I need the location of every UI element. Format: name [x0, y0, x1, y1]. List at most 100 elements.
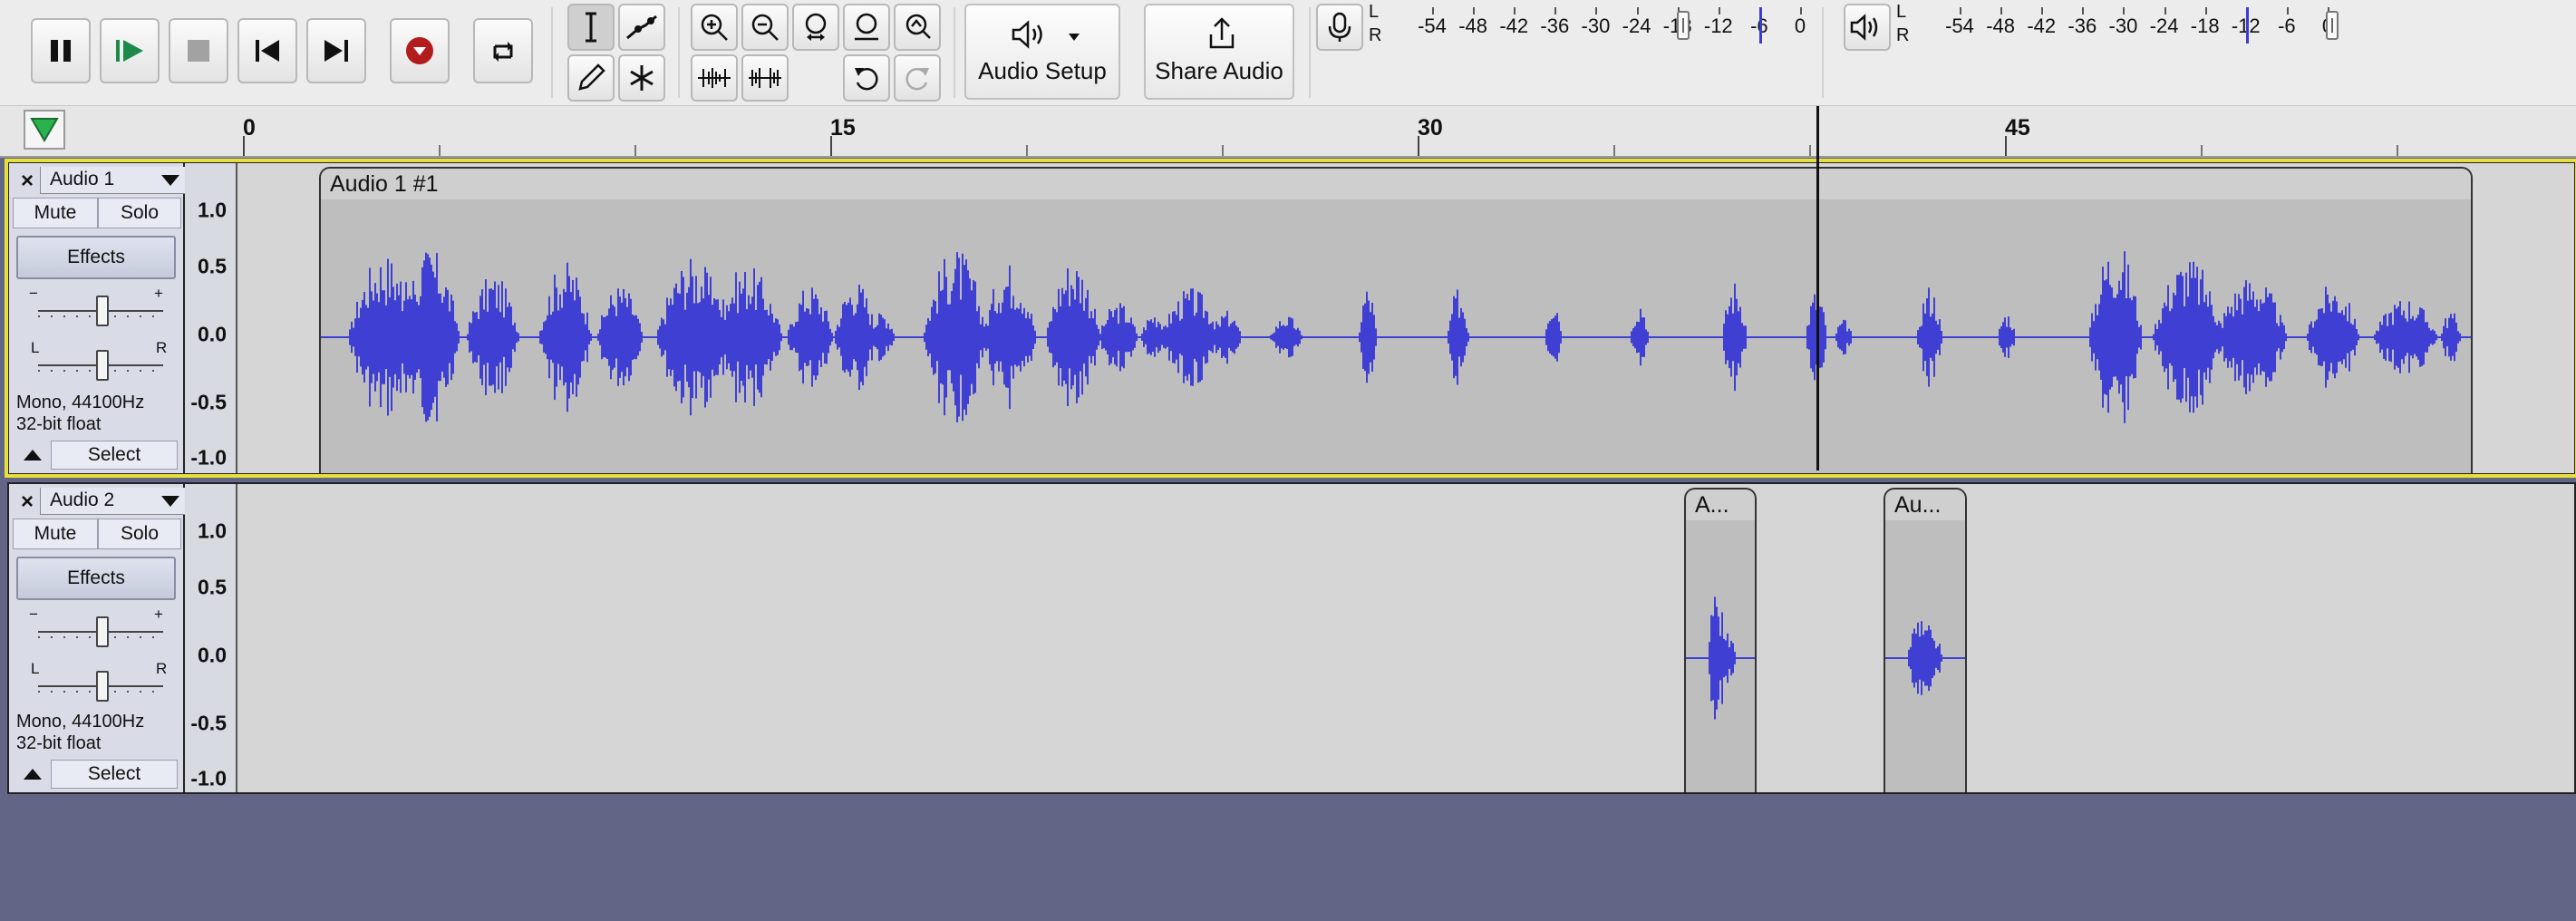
skip-to-start-button[interactable] — [237, 18, 297, 83]
solo-button[interactable]: Solo — [98, 519, 181, 549]
clip-title[interactable]: A... — [1686, 490, 1755, 520]
pause-button[interactable] — [31, 18, 91, 83]
meter-tick-label: -42 — [2027, 15, 2057, 37]
gain-slider-thumb[interactable] — [96, 296, 109, 326]
ruler-tick — [243, 136, 245, 156]
stop-button[interactable] — [169, 18, 228, 83]
play-position-icon — [30, 118, 59, 142]
fit-selection-button[interactable] — [792, 4, 839, 51]
mute-button[interactable]: Mute — [13, 519, 98, 549]
redo-icon — [905, 67, 929, 91]
speaker-icon — [1012, 20, 1042, 49]
gain-slider[interactable] — [33, 616, 169, 647]
loop-button[interactable] — [473, 18, 533, 83]
waveform-area[interactable]: Audio 1 #1 — [239, 163, 2574, 473]
ruler-tick — [634, 145, 636, 156]
solo-button[interactable]: Solo — [98, 198, 181, 228]
close-track-button[interactable]: × — [15, 490, 40, 515]
select-track-button[interactable]: Select — [51, 441, 178, 470]
track-name-menu[interactable]: Audio 1 — [40, 167, 185, 194]
play-button[interactable] — [100, 18, 160, 83]
gain-slider[interactable] — [33, 296, 169, 326]
meter-tick-label: -36 — [1540, 15, 1570, 37]
select-track-button[interactable]: Select — [51, 760, 178, 789]
scale-label: -1.0 — [190, 445, 227, 470]
multi-tool[interactable] — [618, 54, 665, 102]
meter-tick-label: -36 — [2068, 15, 2097, 37]
chevron-down-icon — [161, 496, 179, 507]
waveform-area[interactable]: A... Au... — [239, 484, 2574, 792]
track-name: Audio 1 — [50, 169, 115, 189]
meter-tick-label: -30 — [1581, 15, 1611, 37]
track-name-menu[interactable]: Audio 2 — [40, 488, 185, 515]
gain-slider-thumb[interactable] — [96, 616, 109, 647]
skip-to-end-button[interactable] — [306, 18, 366, 83]
chevron-down-icon — [1069, 34, 1080, 41]
toolbar-separator — [678, 7, 680, 98]
meter-tick-label: -48 — [1986, 15, 2016, 37]
playhead-button[interactable] — [24, 110, 65, 150]
zoom-in-button[interactable] — [691, 4, 738, 51]
collapse-track-button[interactable] — [15, 760, 51, 789]
undo-button[interactable] — [843, 54, 890, 102]
ruler-tick — [2397, 145, 2398, 156]
scale-label: -0.5 — [190, 390, 227, 414]
trim-audio-button[interactable] — [691, 54, 738, 102]
meter-tick-label: -24 — [2149, 15, 2179, 37]
pause-icon — [51, 40, 71, 62]
clip-title[interactable]: Audio 1 #1 — [321, 169, 2471, 199]
meter-tick-label: -48 — [1458, 15, 1488, 37]
meter-tick-label: -54 — [1418, 15, 1447, 37]
meter-level-slider[interactable] — [1677, 11, 1690, 40]
meter-tick — [2204, 7, 2207, 15]
fit-project-button[interactable] — [843, 4, 890, 51]
meter-tick — [1595, 7, 1598, 15]
playback-meter[interactable]: L R -54-48-42-36-30-24-18-12-60 — [1896, 2, 2340, 45]
trim-icon — [698, 68, 731, 88]
share-audio-button[interactable]: Share Audio — [1144, 4, 1294, 100]
loop-icon — [493, 42, 513, 62]
playback-meter-left-label: L — [1896, 2, 1907, 22]
pan-slider[interactable] — [33, 350, 169, 381]
audio-track-2[interactable]: × Audio 2 Mute Solo Effects − + L R Mono… — [7, 482, 2576, 794]
record-meter[interactable]: L R -54-48-42-36-30-24-18-12-60 — [1369, 2, 1813, 45]
clip-title[interactable]: Au... — [1885, 490, 1965, 520]
meter-tick-label: -18 — [2190, 15, 2220, 37]
record-meter-button[interactable] — [1316, 4, 1363, 51]
pan-slider-thumb[interactable] — [96, 350, 109, 381]
toolbar: Audio Setup Share Audio L R -54 -48 -42 -36… — [0, 0, 2576, 106]
collapse-track-button[interactable] — [15, 441, 51, 470]
selection-tool[interactable] — [567, 4, 615, 51]
timeline-ruler[interactable]: 01530451: — [0, 106, 2576, 158]
effects-button[interactable]: Effects — [16, 557, 176, 600]
vertical-scale: 1.0 0.5 0.0 -0.5 -1.0 — [185, 484, 237, 792]
mute-button[interactable]: Mute — [13, 198, 98, 228]
waveform — [1885, 621, 1965, 695]
draw-tool[interactable] — [567, 54, 615, 102]
edit-cursor-line — [1816, 106, 1819, 470]
effects-button[interactable]: Effects — [16, 236, 176, 279]
redo-button[interactable] — [894, 54, 941, 102]
record-button[interactable] — [390, 18, 450, 83]
silence-audio-button[interactable] — [741, 54, 789, 102]
meter-tick-label: 0 — [1794, 15, 1806, 37]
audio-setup-button[interactable]: Audio Setup — [964, 4, 1120, 100]
audio-clip[interactable]: Au... — [1884, 488, 1967, 792]
pan-slider[interactable] — [33, 671, 169, 702]
audio-track-1[interactable]: × Audio 1 Mute Solo Effects − + L R Mono… — [5, 159, 2576, 478]
zoom-out-button[interactable] — [741, 4, 789, 51]
close-track-button[interactable]: × — [15, 169, 40, 194]
meter-level-slider[interactable] — [2326, 11, 2339, 40]
pan-slider-thumb[interactable] — [96, 671, 109, 702]
toolbar-separator — [954, 7, 955, 98]
meter-peak-marker — [2245, 7, 2249, 44]
playback-meter-button[interactable] — [1844, 4, 1891, 51]
zoom-toggle-button[interactable] — [894, 4, 941, 51]
ruler-tick — [2005, 136, 2007, 156]
envelope-tool[interactable] — [618, 4, 665, 51]
audio-clip[interactable]: Audio 1 #1 — [319, 167, 2473, 473]
track-format: Mono, 44100Hz — [16, 712, 145, 732]
meter-tick-label: -6 — [2278, 15, 2296, 37]
audio-clip[interactable]: A... — [1684, 488, 1757, 792]
skip-start-icon — [256, 40, 279, 62]
